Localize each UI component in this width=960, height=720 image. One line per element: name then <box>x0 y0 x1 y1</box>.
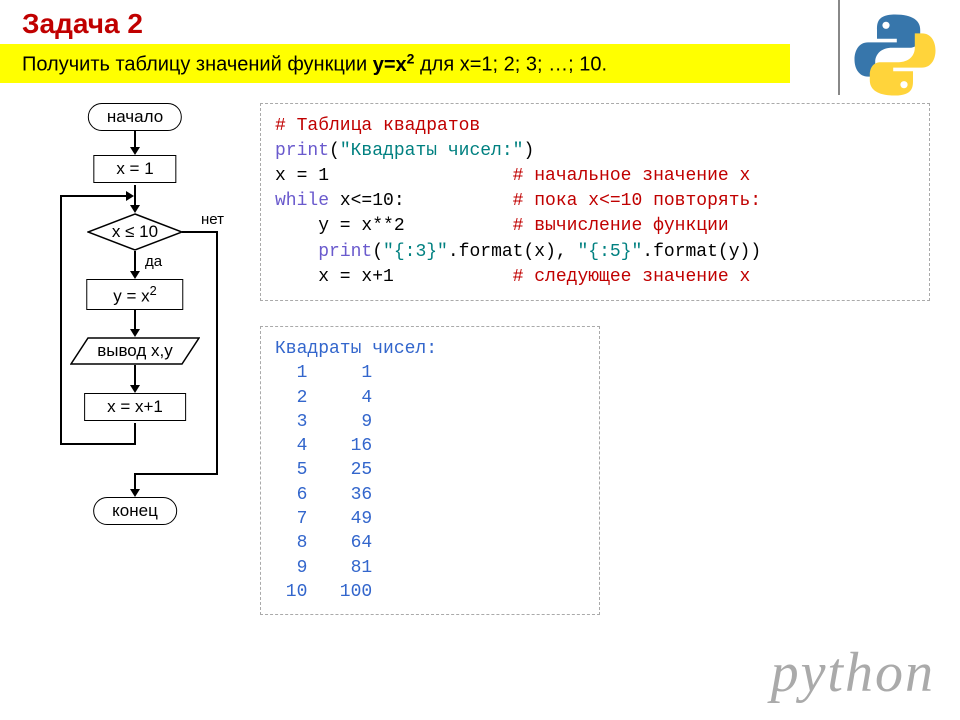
flow-arrow <box>134 423 136 443</box>
arrow-icon <box>126 191 134 201</box>
code-l6g: .format(y)) <box>642 242 761 262</box>
flow-calc-exp: 2 <box>150 283 157 298</box>
code-l6b: print <box>318 242 372 262</box>
code-l6a <box>275 242 318 262</box>
python-logo-icon <box>850 10 940 100</box>
flow-init: x = 1 <box>93 155 176 183</box>
code-l6f: "{:5}" <box>577 242 642 262</box>
arrow-icon <box>130 205 140 213</box>
flow-arrow <box>60 195 62 445</box>
flow-start: начало <box>88 103 182 131</box>
arrow-icon <box>130 385 140 393</box>
flow-calc-text: y = x <box>113 286 149 305</box>
code-l4a: while <box>275 191 329 211</box>
flow-arrow <box>60 195 128 197</box>
subtitle-prefix: Получить таблицу значений функции <box>22 54 373 76</box>
flow-decision: x ≤ 10 <box>87 213 183 251</box>
flow-arrow <box>182 231 216 233</box>
flow-output: вывод x,y <box>75 337 195 365</box>
subtitle-suffix: для x=1; 2; 3; …; 10. <box>414 54 607 76</box>
subtitle-func: y=x <box>373 54 407 76</box>
code-l5b: # вычисление функции <box>513 216 729 236</box>
code-l4c: # пока x<=10 повторять: <box>513 191 761 211</box>
code-l5a: y = x**2 <box>275 216 513 236</box>
flow-arrow <box>216 231 218 475</box>
flow-arrow <box>134 185 136 207</box>
code-l7b: # следующее значение х <box>513 267 751 287</box>
arrow-icon <box>130 329 140 337</box>
code-l2b: ( <box>329 141 340 161</box>
code-l7a: x = x+1 <box>275 267 513 287</box>
code-l6c: ( <box>372 242 383 262</box>
flow-output-text: вывод x,y <box>97 341 173 360</box>
flow-yes-label: да <box>145 253 162 270</box>
arrow-icon <box>130 271 140 279</box>
flow-arrow <box>134 309 136 331</box>
logo-divider <box>838 0 840 95</box>
arrow-icon <box>130 489 140 497</box>
task-title: Задача 2 <box>0 0 960 44</box>
code-l2a: print <box>275 141 329 161</box>
code-l2c: "Квадраты чисел:" <box>340 141 524 161</box>
flow-inc: x = x+1 <box>84 393 186 421</box>
flow-end: конец <box>93 497 177 525</box>
flow-no-label: нет <box>201 211 224 228</box>
code-l6e: .format(x), <box>448 242 578 262</box>
flow-arrow <box>60 443 136 445</box>
flowchart: начало x = 1 x ≤ 10 да нет y = x2 вывод … <box>30 103 240 663</box>
flow-arrow <box>134 365 136 387</box>
task-subtitle: Получить таблицу значений функции y=x2 д… <box>0 44 790 83</box>
flow-cond-text: x ≤ 10 <box>112 222 158 241</box>
code-l3b: # начальное значение х <box>513 166 751 186</box>
code-l4b: x<=10: <box>329 191 513 211</box>
code-l6d: "{:3}" <box>383 242 448 262</box>
python-watermark: python <box>771 641 935 705</box>
arrow-icon <box>130 147 140 155</box>
flow-arrow <box>134 251 136 273</box>
code-l1: # Таблица квадратов <box>275 116 480 136</box>
code-l2d: ) <box>523 141 534 161</box>
flow-arrow <box>136 473 218 475</box>
flow-calc: y = x2 <box>86 279 183 311</box>
code-l3a: x = 1 <box>275 166 513 186</box>
output-box: Квадраты чисел: 1 1 2 4 3 9 4 16 5 25 6 … <box>260 326 600 615</box>
code-box: # Таблица квадратов print("Квадраты чисе… <box>260 103 930 301</box>
